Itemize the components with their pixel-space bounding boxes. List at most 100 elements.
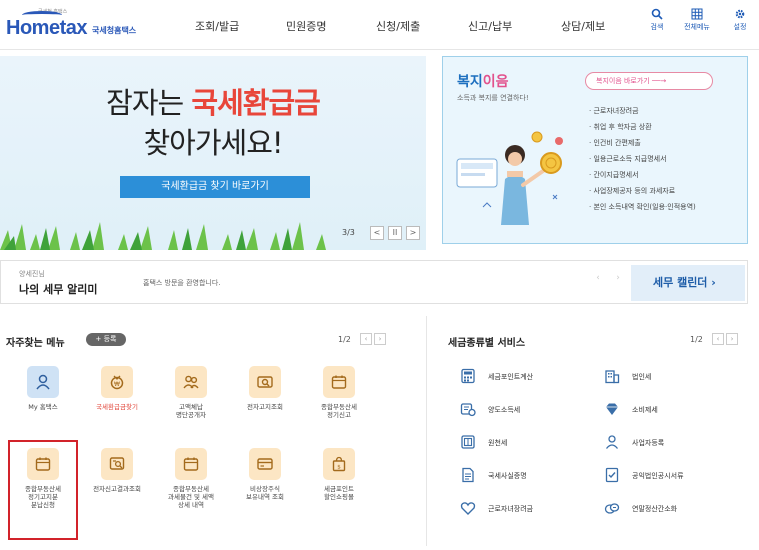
person-search-icon xyxy=(605,435,619,449)
services-next-button[interactable]: › xyxy=(726,333,738,345)
heart-icon xyxy=(460,502,476,515)
fav-label: 종합부동산세 과세물건 및 세액 상세 내역 xyxy=(168,485,214,509)
alert-title: 나의 세무 알리미 xyxy=(19,283,98,296)
welfare-title-part1: 복지 xyxy=(457,74,483,90)
grass-decoration xyxy=(0,222,326,250)
calendar-icon xyxy=(323,366,355,398)
banner-headline-prefix: 잠자는 xyxy=(106,86,192,120)
fav-refund-search[interactable]: ₩ 국세환급금찾기 xyxy=(82,366,152,411)
refund-banner[interactable]: 잠자는 국세환급금 찾아가세요! 국세환급금 찾기 바로가기 3/3 < II … xyxy=(0,56,426,250)
svc-label: 연말정산간소화 xyxy=(632,505,678,513)
fav-property-tax-detail[interactable]: 종합부동산세 과세물건 및 세액 상세 내역 xyxy=(156,448,226,509)
alert-next-icon[interactable]: › xyxy=(611,273,625,289)
hometax-logo[interactable]: 국세청 홈택스 Hometax 국세청홈택스 xyxy=(6,8,156,44)
people-icon xyxy=(175,366,207,398)
svc-label: 국세사실증명 xyxy=(488,472,527,480)
fav-e-notice[interactable]: 전자고지조회 xyxy=(230,366,300,411)
selection-highlight xyxy=(8,440,78,540)
welfare-item[interactable]: 본인 소득내역 확인(일용·인적용역) xyxy=(589,199,695,215)
svg-text:$: $ xyxy=(337,465,341,471)
services-title: 세금종류별 서비스 xyxy=(448,338,526,349)
welfare-go-button[interactable]: 복지이음 바로가기 ──→ xyxy=(585,72,713,90)
banner-pause-button[interactable]: II xyxy=(388,226,402,240)
notice-search-icon xyxy=(249,366,281,398)
util-all-menu-label: 전체메뉴 xyxy=(684,23,710,31)
welfare-link-box: 복지이음 소득과 복지를 연결하다! 복지이음 바로가기 ──→ 근로자녀장려금… xyxy=(442,56,748,244)
fav-label: 고액체납 명단공개자 xyxy=(176,403,206,419)
util-settings-label: 설정 xyxy=(733,23,747,31)
fav-unlisted-stock[interactable]: 비상장주식 보유내역 조회 xyxy=(230,448,300,501)
fav-label: 비상장주식 보유내역 조회 xyxy=(246,485,284,501)
fav-tax-point-mall[interactable]: $ 세금포인트 할인쇼핑몰 xyxy=(304,448,374,501)
svg-text:₩: ₩ xyxy=(114,381,120,388)
document-check-icon xyxy=(605,467,619,483)
ledger-icon xyxy=(461,435,475,449)
fav-label: 세금포인트 할인쇼핑몰 xyxy=(324,485,354,501)
banner-prev-button[interactable]: < xyxy=(370,226,384,240)
nav-report-pay[interactable]: 신고/납부 xyxy=(468,18,512,34)
welfare-item[interactable]: 근로자녀장려금 xyxy=(589,103,696,119)
welfare-item[interactable]: 간이지급명세서 xyxy=(589,167,696,183)
welfare-description: 소득과 복지를 연결하다! xyxy=(457,94,529,102)
welfare-item[interactable]: 사업장제공자 등의 과세자료 xyxy=(589,183,696,199)
fav-my-hometax[interactable]: My 홈택스 xyxy=(8,366,78,411)
nav-lookup-issue[interactable]: 조회/발급 xyxy=(195,18,239,34)
fav-label: 전자신고결과조회 xyxy=(93,485,141,493)
banner-headline-1: 잠자는 국세환급금 xyxy=(0,80,426,122)
refund-icon: ₩ xyxy=(101,366,133,398)
fav-label: 국세환급금찾기 xyxy=(96,403,138,411)
building-icon xyxy=(605,370,620,384)
logo-wordmark: Hometax xyxy=(6,17,87,39)
util-settings-button[interactable]: 설정 xyxy=(728,8,752,32)
svc-label: 사업자등록 xyxy=(632,439,665,447)
welfare-item[interactable]: 인건비 간편제출 xyxy=(589,135,696,151)
favorites-title: 자주찾는 메뉴 xyxy=(6,338,65,349)
user-icon xyxy=(27,366,59,398)
fav-label: My 홈택스 xyxy=(28,403,58,411)
refund-search-button[interactable]: 국세환급금 찾기 바로가기 xyxy=(120,176,310,198)
tax-calendar-button[interactable]: 세무 캘린더 › xyxy=(631,265,745,301)
util-all-menu-button[interactable]: 전체메뉴 xyxy=(682,8,712,32)
fav-label: 전자고지조회 xyxy=(247,403,283,411)
shopping-bag-icon: $ xyxy=(323,448,355,480)
svc-label: 소비제세 xyxy=(632,406,658,414)
services-page: 1/2 xyxy=(690,335,703,344)
favorites-add-button[interactable]: + 등록 xyxy=(86,333,126,346)
coins-icon xyxy=(604,503,620,514)
fav-label: 종합부동산세 정기신고 xyxy=(321,403,357,419)
doc-search-icon xyxy=(101,448,133,480)
services-prev-button[interactable]: ‹ xyxy=(712,333,724,345)
search-icon xyxy=(651,8,663,20)
banner-pager: 3/3 xyxy=(342,228,355,237)
banner-next-button[interactable]: > xyxy=(406,226,420,240)
gear-icon xyxy=(735,9,745,19)
certificate-icon xyxy=(462,467,474,483)
calendar-icon xyxy=(175,448,207,480)
svc-label: 법인세 xyxy=(632,373,652,381)
fav-e-filing-result[interactable]: 전자신고결과조회 xyxy=(82,448,152,493)
alert-message: 홈택스 방문을 환영합니다. xyxy=(143,279,221,287)
util-search-button[interactable]: 검색 xyxy=(645,8,669,32)
welfare-item[interactable]: 취업 후 학자금 상환 xyxy=(589,119,696,135)
calculator-icon xyxy=(461,368,475,384)
banner-headline-2: 찾아가세요! xyxy=(143,126,283,160)
fav-high-delinquent[interactable]: 고액체납 명단공개자 xyxy=(156,366,226,419)
welfare-item[interactable]: 일용근로소득 지급명세서 xyxy=(589,151,696,167)
svc-label: 세금포인트계산 xyxy=(488,373,534,381)
nav-consult-report[interactable]: 상담/제보 xyxy=(561,18,605,34)
nav-civil-certificate[interactable]: 민원증명 xyxy=(286,18,326,34)
favorites-prev-button[interactable]: ‹ xyxy=(360,333,372,345)
alert-prev-icon[interactable]: ‹ xyxy=(591,273,605,289)
nav-apply-submit[interactable]: 신청/제출 xyxy=(376,18,420,34)
favorites-next-button[interactable]: › xyxy=(374,333,386,345)
card-icon xyxy=(249,448,281,480)
alert-username: 양세진님 xyxy=(19,270,45,278)
welfare-list: 근로자녀장려금 취업 후 학자금 상환 인건비 간편제출 일용근로소득 지급명세… xyxy=(589,103,696,215)
favorites-page: 1/2 xyxy=(338,335,351,344)
svc-label: 원천세 xyxy=(488,439,508,447)
util-search-label: 검색 xyxy=(650,23,664,31)
header: 국세청 홈택스 Hometax 국세청홈택스 조회/발급 민원증명 신청/제출 … xyxy=(0,0,759,50)
fav-property-tax-report[interactable]: 종합부동산세 정기신고 xyxy=(304,366,374,419)
svc-label: 공익법인공시서류 xyxy=(632,472,684,480)
diamond-icon xyxy=(606,403,618,415)
